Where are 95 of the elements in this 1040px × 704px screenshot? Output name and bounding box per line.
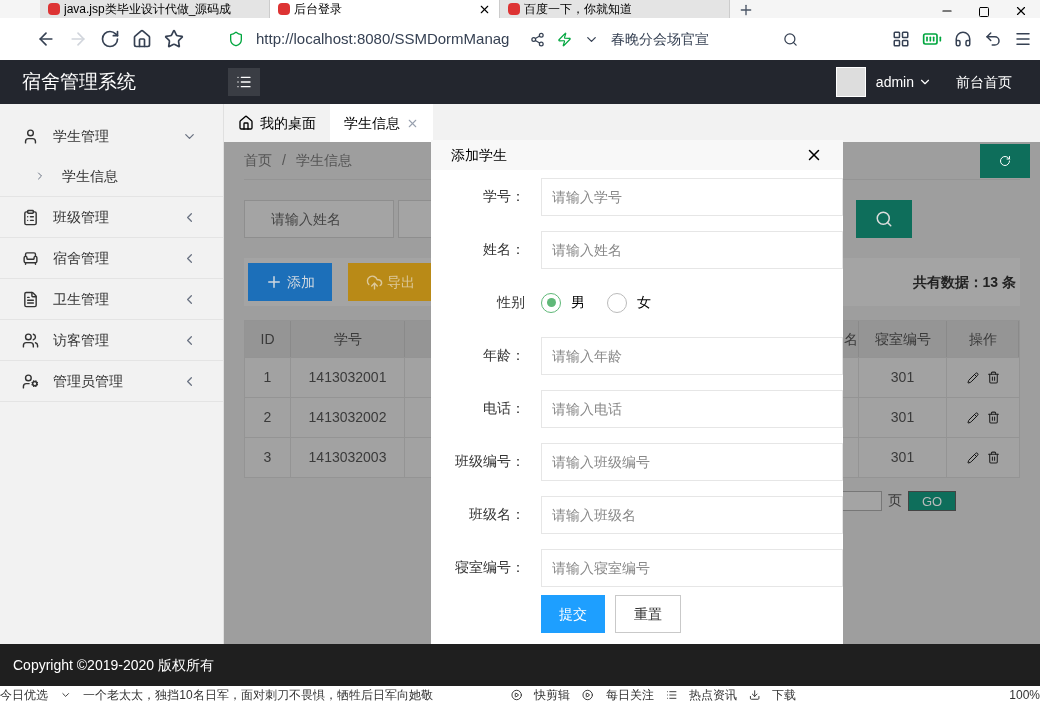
page-input[interactable]	[842, 490, 882, 511]
refresh-icon	[999, 154, 1011, 167]
maximize-icon[interactable]	[978, 6, 990, 18]
browser-tab[interactable]: java.jsp类毕业设计代做_源码成	[40, 0, 270, 18]
field-label: 性别	[495, 293, 526, 312]
delete-icon[interactable]	[986, 411, 1000, 424]
plus-icon	[265, 273, 283, 291]
status-item[interactable]: 热点资讯	[689, 686, 738, 704]
sidebar-icon	[22, 127, 39, 145]
input-field[interactable]: 请输入姓名	[541, 230, 843, 269]
table-cell: 301	[859, 438, 947, 477]
dialog-title: 添加学生	[451, 145, 508, 165]
total-count: 共有数据：13 条	[912, 272, 1016, 292]
star-icon[interactable]	[164, 29, 184, 49]
sidebar-icon	[22, 208, 39, 226]
edit-icon[interactable]	[966, 411, 979, 424]
status-item[interactable]: 一个老太太，独挡10名日军，面对刺刀不畏惧，牺牲后日军向她敬	[83, 686, 499, 704]
sidebar-item[interactable]: 宿舍管理	[0, 238, 223, 278]
menu-toggle-button[interactable]	[228, 68, 260, 96]
sidebar-item[interactable]: 班级管理	[0, 197, 223, 237]
search-hint[interactable]: 春晚分会场官宣	[611, 28, 771, 50]
sidebar-icon	[22, 331, 39, 349]
status-item[interactable]: 每日关注	[605, 686, 654, 704]
edit-icon[interactable]	[966, 371, 979, 384]
shield-icon	[228, 31, 244, 47]
headphones-icon[interactable]	[954, 30, 972, 48]
download-icon	[749, 689, 761, 701]
home-link[interactable]: 前台首页	[956, 71, 1012, 93]
table-cell: 1413032003	[291, 438, 405, 477]
delete-icon[interactable]	[986, 451, 1000, 464]
edit-icon[interactable]	[966, 451, 979, 464]
share-icon[interactable]	[530, 31, 545, 47]
undo-icon[interactable]	[984, 30, 1002, 48]
sidebar-icon	[22, 290, 39, 308]
status-item[interactable]: 下载	[772, 686, 797, 704]
field-label: 学号：	[482, 187, 526, 206]
home-icon	[238, 115, 254, 131]
sidebar-item[interactable]: 学生管理	[0, 116, 223, 156]
page-tab[interactable]: 我的桌面	[224, 104, 330, 142]
delete-icon[interactable]	[986, 371, 1000, 384]
input-field[interactable]: 请输入班级编号	[541, 442, 843, 481]
input-field[interactable]: 请输入寝室编号	[541, 548, 843, 587]
status-icon	[511, 689, 523, 701]
cloud-icon	[365, 273, 383, 291]
radio-option[interactable]: 女	[607, 292, 651, 313]
footer-copyright: Copyright ©2019-2020 版权所有	[13, 655, 214, 675]
sidebar-icon	[22, 249, 39, 267]
address-field[interactable]: http://localhost:8080/SSMDormManag	[256, 27, 518, 51]
menu-icon	[236, 74, 252, 90]
breadcrumb-separator: /	[282, 151, 286, 170]
page-label: 页	[888, 491, 902, 510]
search-field[interactable]: 请输入姓名	[244, 200, 394, 238]
table-cell: 3	[245, 438, 291, 477]
sidebar-item[interactable]: 卫生管理	[0, 279, 223, 319]
grid-icon[interactable]	[892, 30, 910, 48]
field-label: 班级编号：	[454, 452, 526, 471]
browser-tab[interactable]: 后台登录	[270, 0, 500, 18]
input-field[interactable]: 请输入电话	[541, 389, 843, 428]
sidebar-subitem[interactable]: 学生信息	[0, 156, 223, 196]
menu-icon[interactable]	[1014, 30, 1032, 48]
radio-option[interactable]: 男	[541, 292, 585, 313]
search-icon[interactable]	[783, 31, 798, 47]
status-item[interactable]: 100%	[1009, 686, 1040, 704]
app-title: 宿舍管理系统	[22, 69, 136, 94]
sidebar-item[interactable]: 管理员管理	[0, 361, 223, 401]
search-button[interactable]	[856, 200, 912, 238]
close-icon[interactable]	[1014, 4, 1028, 18]
reload-icon[interactable]	[100, 29, 120, 49]
field-label: 电话：	[482, 399, 526, 418]
browser-tab[interactable]: 百度一下，你就知道	[500, 0, 730, 18]
status-item[interactable]: 快剪辑	[534, 686, 571, 704]
sidebar-item[interactable]: 访客管理	[0, 320, 223, 360]
home-icon[interactable]	[132, 29, 152, 49]
search-icon	[875, 210, 893, 228]
lightning-icon	[557, 31, 572, 47]
status-icon	[665, 689, 678, 701]
input-field[interactable]: 请输入班级名	[541, 495, 843, 534]
status-icon	[582, 689, 594, 701]
field-label: 姓名：	[482, 240, 526, 259]
avatar-icon	[835, 67, 866, 97]
sidebar-icon	[22, 372, 39, 390]
tab-favicon-icon	[508, 3, 520, 15]
tab-favicon-icon	[278, 3, 290, 15]
input-field[interactable]: 请输入年龄	[541, 336, 843, 375]
field-label: 班级名：	[468, 505, 526, 524]
status-item[interactable]: 今日优选	[0, 686, 48, 704]
new-tab-icon[interactable]	[738, 2, 754, 18]
field-label: 寝室编号：	[454, 558, 526, 577]
add-button[interactable]: 添加	[248, 263, 332, 301]
input-field[interactable]: 请输入学号	[541, 177, 843, 216]
field-label: 年龄：	[482, 346, 526, 365]
user-menu[interactable]: admin	[875, 71, 914, 93]
tab-favicon-icon	[48, 3, 60, 15]
reset-button[interactable]: 重置	[615, 595, 681, 633]
page-tab[interactable]: 学生信息	[330, 104, 433, 142]
